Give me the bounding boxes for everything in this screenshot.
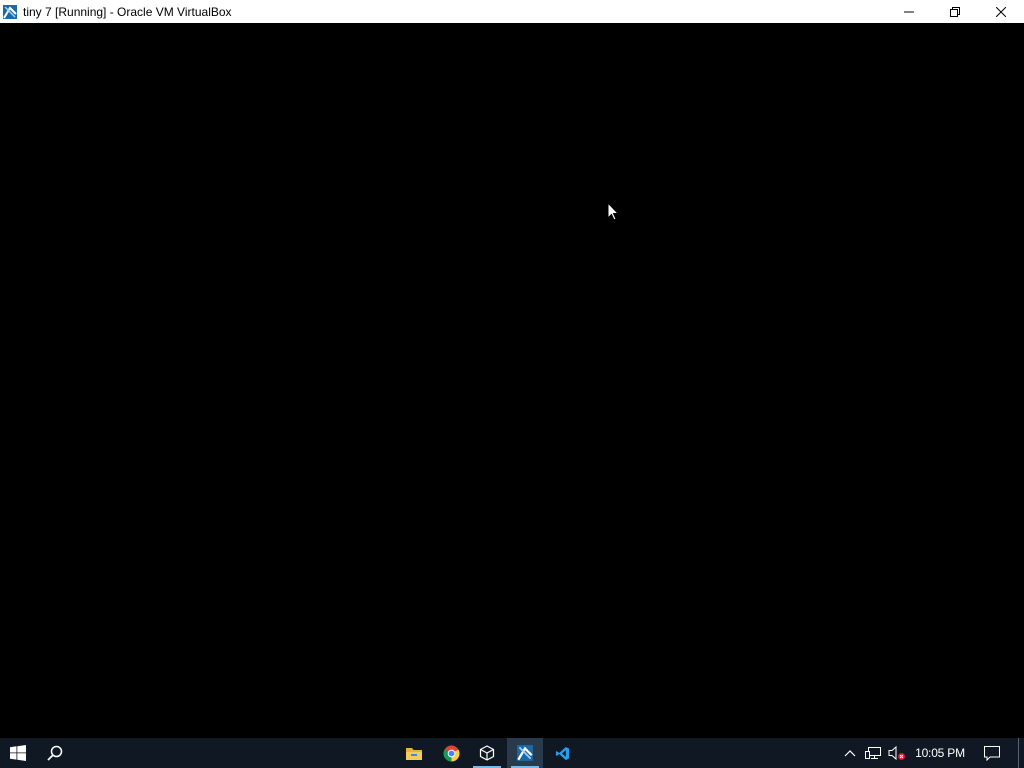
network-button[interactable] [862, 738, 884, 768]
virtualbox-cube-icon [479, 745, 495, 761]
windows-start-icon [10, 745, 26, 761]
network-icon [864, 746, 881, 759]
taskbar-vscode[interactable] [544, 738, 580, 768]
taskbar-clock[interactable]: 10:05 PM [912, 738, 968, 768]
minimize-icon [904, 11, 914, 12]
start-button[interactable] [0, 738, 36, 768]
virtualbox-icon [2, 4, 18, 20]
search-icon [47, 745, 63, 761]
close-icon [996, 6, 1006, 17]
chevron-up-icon [844, 750, 856, 757]
window-title-bar[interactable]: tiny 7 [Running] - Oracle VM VirtualBox [0, 0, 1024, 23]
vm-display[interactable] [0, 23, 1024, 738]
volume-button[interactable] [886, 738, 908, 768]
vscode-icon [555, 746, 569, 760]
show-desktop-button[interactable] [1018, 738, 1024, 768]
search-button[interactable] [37, 738, 73, 768]
taskbar-file-explorer[interactable] [396, 738, 432, 768]
taskbar-virtualbox-vm[interactable] [507, 738, 543, 768]
volume-muted-icon [888, 745, 905, 761]
virtualbox-icon [517, 745, 533, 761]
chrome-icon [443, 745, 459, 761]
action-center-icon [984, 745, 1000, 761]
taskbar-chrome[interactable] [433, 738, 469, 768]
close-button[interactable] [978, 0, 1024, 23]
minimize-button[interactable] [886, 0, 932, 23]
taskbar: 10:05 PM [0, 738, 1024, 768]
window-title: tiny 7 [Running] - Oracle VM VirtualBox [23, 4, 232, 19]
show-hidden-icons-button[interactable] [839, 738, 861, 768]
mouse-pointer-icon [607, 202, 619, 221]
action-center-button[interactable] [978, 738, 1006, 768]
window-controls [886, 0, 1024, 23]
restore-button[interactable] [932, 0, 978, 23]
restore-icon [950, 6, 960, 17]
taskbar-virtualbox-manager[interactable] [469, 738, 505, 768]
folder-icon [406, 748, 422, 760]
